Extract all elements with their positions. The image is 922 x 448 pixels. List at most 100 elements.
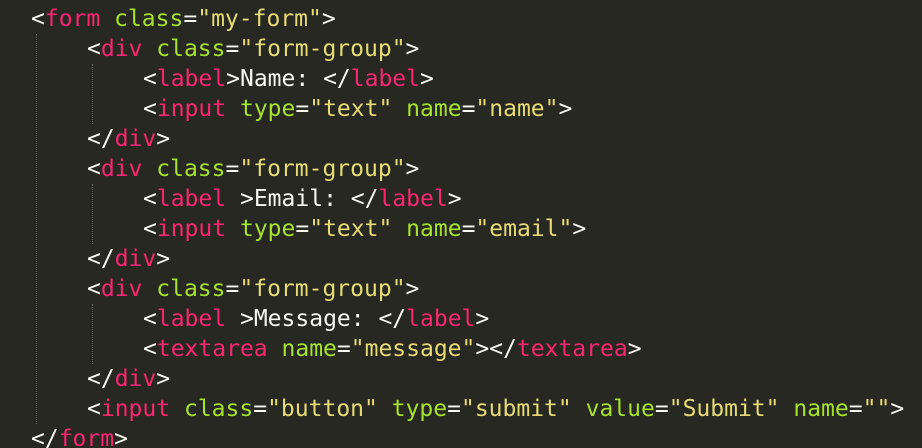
code-token-str: "my-form" xyxy=(197,6,322,32)
code-token-str: "submit" xyxy=(460,396,572,422)
code-token-punc: = xyxy=(295,216,310,242)
code-token-attr: name xyxy=(281,336,337,362)
code-token-str: "text" xyxy=(309,96,393,122)
code-token-punc: > xyxy=(239,186,254,212)
code-token-tag: form xyxy=(44,6,101,32)
code-line: <label >Message: </label> xyxy=(143,304,489,334)
code-token-punc: = xyxy=(225,276,240,302)
code-token-punc: = xyxy=(461,216,476,242)
code-token-tag: div xyxy=(114,126,157,152)
code-token-punc: > xyxy=(558,96,573,122)
code-token-punc: < xyxy=(143,216,157,242)
code-token-punc: > xyxy=(156,246,171,272)
indent-guide-line xyxy=(92,64,93,124)
code-token-punc: </ xyxy=(31,426,59,448)
code-editor[interactable]: <form class="my-form"> <div class="form-g… xyxy=(0,0,922,448)
code-line: <label>Name: </label> xyxy=(143,64,434,94)
code-token-text: Message: xyxy=(253,306,379,332)
code-line: <div class="form-group"> xyxy=(87,154,419,184)
code-line: <div class="form-group"> xyxy=(87,274,419,304)
code-token-tag: label xyxy=(378,186,448,212)
code-token-tag: input xyxy=(156,96,227,122)
code-token-punc: > xyxy=(405,36,420,62)
code-token-punc: = xyxy=(848,396,863,422)
code-token-str: "name" xyxy=(475,96,559,122)
code-token-punc: > xyxy=(475,306,490,332)
code-token-punc: > xyxy=(890,396,905,422)
code-line: <input class="button" type="submit" valu… xyxy=(87,394,904,424)
code-token-tag: div xyxy=(100,156,143,182)
code-line: <textarea name="message"></textarea> xyxy=(143,334,642,364)
code-token-punc: > xyxy=(447,186,462,212)
code-token-punc: </ xyxy=(87,126,115,152)
code-token-str: "text" xyxy=(309,216,393,242)
indent-guide-line xyxy=(92,304,93,364)
code-line: </form> xyxy=(31,424,128,448)
indent-guide-line xyxy=(36,34,37,424)
code-token-punc: = xyxy=(183,6,198,32)
code-token-attr: class xyxy=(156,36,226,62)
code-token-punc: > xyxy=(420,66,434,92)
code-token-punc: = xyxy=(447,396,461,422)
code-token-attr: class xyxy=(156,156,226,182)
code-token-punc: = xyxy=(336,336,351,362)
code-token-attr: name xyxy=(793,396,849,422)
code-token-punc: </ xyxy=(350,186,379,212)
code-token-tag: label xyxy=(156,306,227,332)
code-token-tag: textarea xyxy=(516,336,628,362)
code-line: </div> xyxy=(87,364,170,394)
code-token-attr: name xyxy=(406,216,462,242)
code-line: <input type="text" name="name"> xyxy=(143,94,572,124)
code-token-punc: < xyxy=(31,6,45,32)
code-token-punc: = xyxy=(225,156,240,182)
code-line: </div> xyxy=(87,244,170,274)
code-token-punc: > xyxy=(226,66,240,92)
code-token-tag: label xyxy=(156,186,227,212)
code-token-punc: < xyxy=(143,96,157,122)
code-token-text: Email: xyxy=(253,186,351,212)
code-token-tag: label xyxy=(350,66,421,92)
code-token-tag: div xyxy=(114,246,157,272)
code-token-punc: = xyxy=(253,396,268,422)
code-token-punc: < xyxy=(143,186,157,212)
code-line: <form class="my-form"> xyxy=(31,4,336,34)
code-line: <input type="text" name="email"> xyxy=(143,214,586,244)
code-token-attr: type xyxy=(239,96,296,122)
code-token-punc: > xyxy=(321,6,336,32)
code-token-tag: div xyxy=(100,276,143,302)
code-line: <div class="form-group"> xyxy=(87,34,419,64)
code-token-tag: div xyxy=(114,366,157,392)
code-token-punc: = xyxy=(295,96,310,122)
code-token-tag: div xyxy=(100,36,143,62)
code-line: <label >Email: </label> xyxy=(143,184,462,214)
code-token-punc: ></ xyxy=(475,336,517,362)
code-token-attr: class xyxy=(183,396,254,422)
code-token-attr: class xyxy=(114,6,184,32)
code-token-punc: </ xyxy=(87,246,115,272)
code-token-str: "button" xyxy=(267,396,378,422)
code-token-text: Name: xyxy=(239,66,324,92)
code-token-punc: > xyxy=(572,216,587,242)
code-token-punc: < xyxy=(87,156,101,182)
code-token-str: "form-group" xyxy=(239,36,406,62)
code-token-attr: type xyxy=(239,216,296,242)
code-token-str: "form-group" xyxy=(239,276,406,302)
code-token-tag: form xyxy=(58,426,115,448)
code-token-punc: > xyxy=(239,306,254,332)
code-token-str: "email" xyxy=(475,216,573,242)
indent-guide-line xyxy=(92,184,93,244)
code-token-punc: < xyxy=(143,306,157,332)
code-token-punc: > xyxy=(405,156,420,182)
code-token-punc: > xyxy=(627,336,642,362)
code-token-punc: < xyxy=(87,396,101,422)
code-token-attr: type xyxy=(391,396,448,422)
